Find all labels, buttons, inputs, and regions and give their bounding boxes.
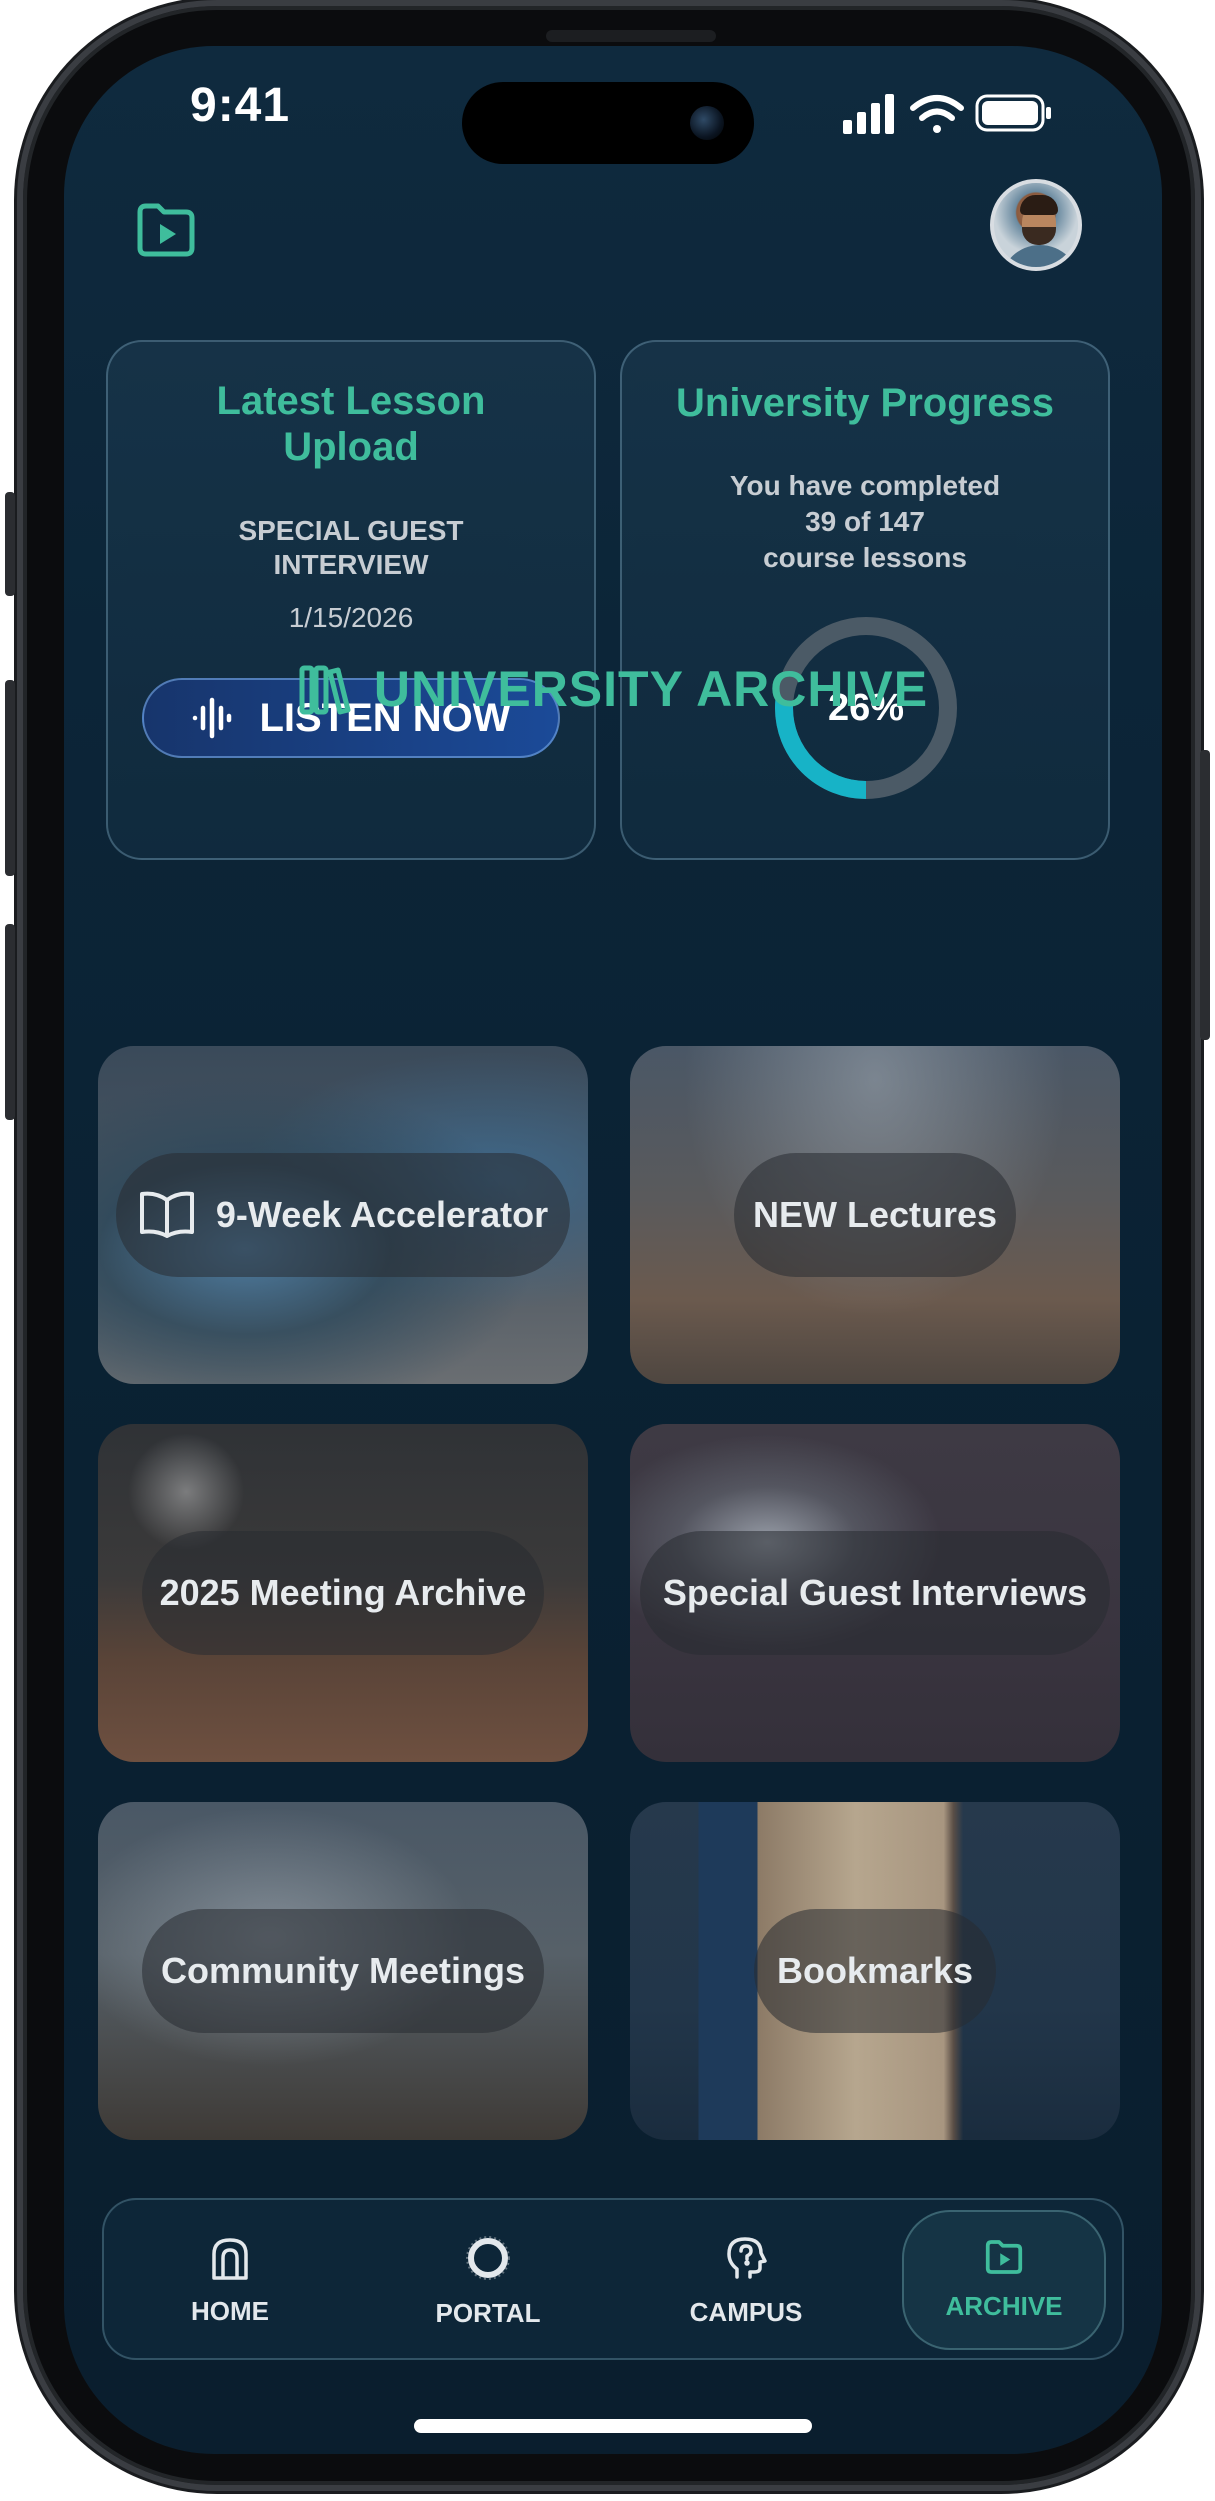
latest-lesson-subtitle: SPECIAL GUEST INTERVIEW [238, 515, 464, 580]
status-time: 9:41 [190, 79, 291, 132]
earpiece-speaker [546, 30, 716, 42]
nav-archive-label: ARCHIVE [945, 2290, 1063, 2321]
nav-home[interactable]: HOME [130, 2200, 330, 2362]
nav-campus[interactable]: CAMPUS [646, 2200, 846, 2362]
tile-title: Community Meetings [160, 1950, 526, 1991]
library-icon [299, 665, 351, 715]
user-avatar[interactable] [990, 179, 1082, 271]
folder-play-icon [985, 2239, 1023, 2274]
tile-label-pill: Community Meetings [142, 1909, 544, 2033]
archive-heading-label: UNIVERSITY ARCHIVE [373, 661, 929, 717]
tile-title: NEW Lectures [752, 1194, 998, 1235]
nav-archive[interactable]: ARCHIVE [902, 2210, 1106, 2350]
tile-new-lectures[interactable]: NEW Lectures [630, 1046, 1120, 1384]
tile-community-meetings[interactable]: Community Meetings [98, 1802, 588, 2140]
university-progress-card: University Progress You have completed 3… [620, 340, 1110, 860]
status-icons [843, 94, 1051, 134]
progress-summary: You have completed 39 of 147 course less… [622, 468, 1108, 576]
tile-title: Bookmarks [776, 1950, 974, 1991]
home-arch-icon [212, 2237, 248, 2280]
front-camera [690, 106, 724, 140]
wifi-icon [910, 95, 964, 133]
tile-bookmarks[interactable]: Bookmarks [630, 1802, 1120, 2140]
signal-icon [843, 94, 894, 134]
power-button [1200, 750, 1210, 1040]
volume-up-button [5, 680, 15, 876]
action-button [5, 492, 15, 596]
bottom-nav: HOME PORTAL CAMPUS ARCHIVE [102, 2198, 1124, 2360]
tile-label-pill: Bookmarks [754, 1909, 996, 2033]
head-idea-icon [727, 2236, 767, 2279]
archive-heading: UNIVERSITY ARCHIVE [64, 660, 1162, 718]
portal-ring-icon [466, 2235, 510, 2280]
latest-lesson-card: Latest Lesson Upload SPECIAL GUEST INTER… [106, 340, 596, 860]
volume-down-button [5, 924, 15, 1120]
tile-label-pill: NEW Lectures [734, 1153, 1016, 1277]
progress-line-1: You have completed [729, 470, 1001, 501]
dynamic-island [462, 82, 754, 164]
battery-icon [975, 94, 1051, 132]
tile-title: Special Guest Interviews [662, 1572, 1088, 1613]
nav-portal[interactable]: PORTAL [388, 2200, 588, 2362]
app-screen: 9:41 Latest Lesson Upload SPECIAL GUEST … [64, 46, 1162, 2454]
tile-label-pill: Special Guest Interviews [640, 1531, 1110, 1655]
tile-2025-meeting-archive[interactable]: 2025 Meeting Archive [98, 1424, 588, 1762]
open-book-icon [139, 1191, 194, 1238]
tile-title: 9-Week Accelerator [215, 1194, 549, 1235]
tile-label-pill: 2025 Meeting Archive [142, 1531, 544, 1655]
progress-line-3: course lessons [763, 542, 967, 573]
tile-title: 2025 Meeting Archive [159, 1572, 527, 1613]
home-indicator[interactable] [414, 2419, 812, 2433]
latest-lesson-title: Latest Lesson Upload [216, 379, 486, 469]
latest-lesson-date: 1/15/2026 [288, 602, 414, 633]
progress-title: University Progress [676, 381, 1054, 425]
tile-label-pill: 9-Week Accelerator [116, 1153, 570, 1277]
tile-9-week-accelerator[interactable]: 9-Week Accelerator [98, 1046, 588, 1384]
nav-portal-label: PORTAL [435, 2297, 541, 2328]
nav-home-label: HOME [191, 2295, 269, 2326]
progress-line-2: 39 of 147 [805, 506, 925, 537]
nav-campus-label: CAMPUS [689, 2296, 803, 2327]
tile-special-guest-interviews[interactable]: Special Guest Interviews [630, 1424, 1120, 1762]
folder-play-icon[interactable] [134, 202, 198, 258]
